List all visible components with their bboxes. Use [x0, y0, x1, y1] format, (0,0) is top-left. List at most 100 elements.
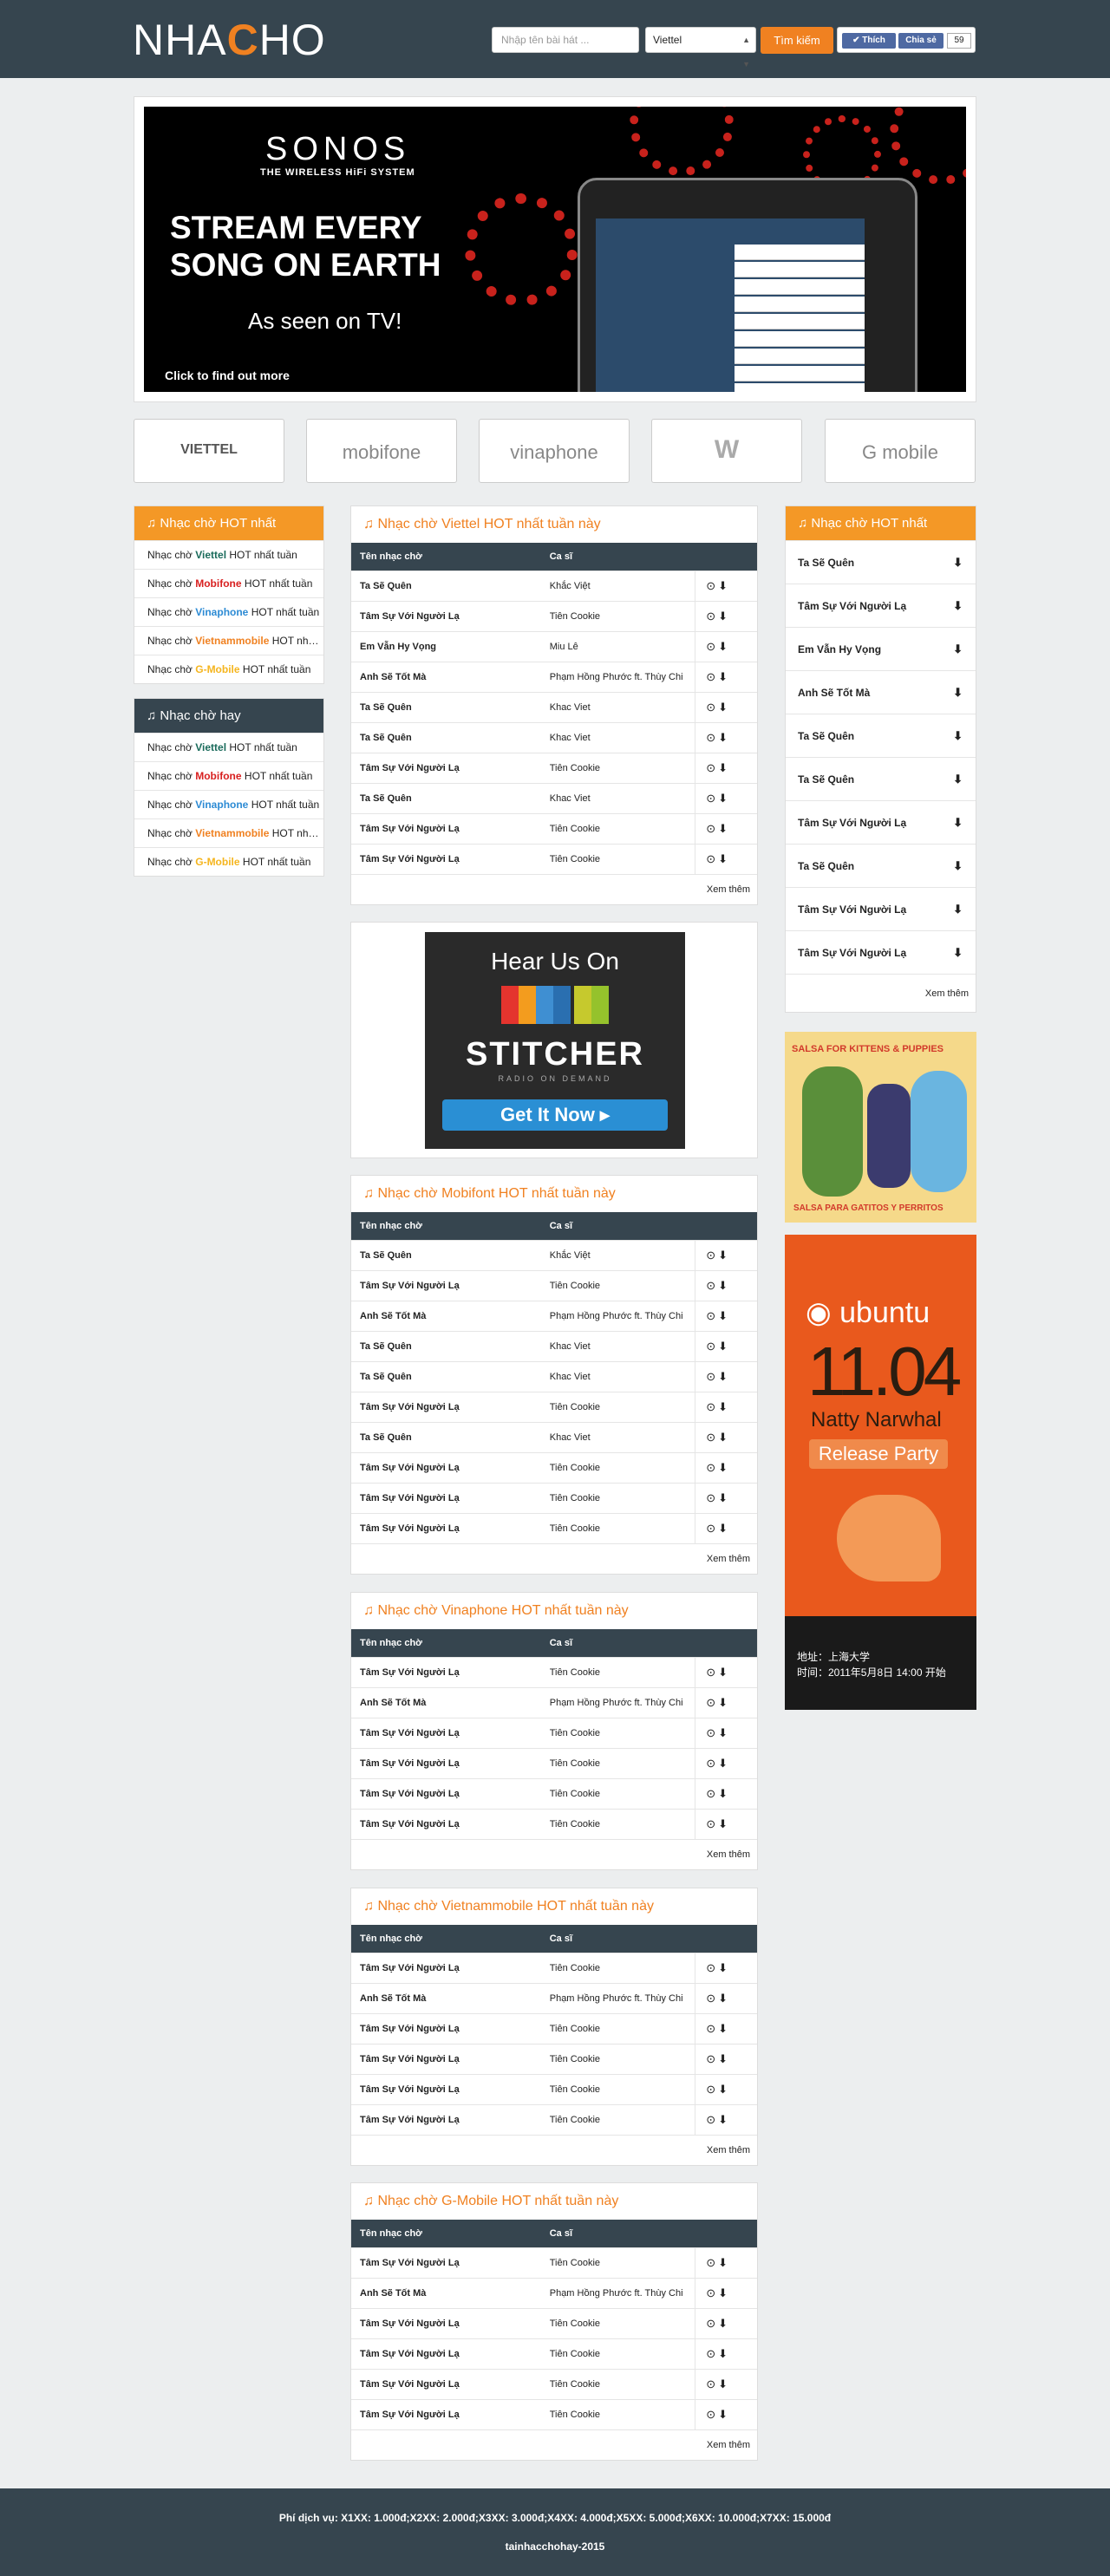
more-link[interactable]: Xem thêm — [351, 1543, 757, 1574]
sidebar-item[interactable]: Nhạc chờ Viettel HOT nhất tuần — [134, 733, 323, 761]
download-icon[interactable]: ⬇ — [718, 2377, 730, 2390]
download-icon[interactable]: ⬇ — [718, 1431, 730, 1444]
table-row[interactable]: Ta Sẽ Quên Khắc Việt ⊙⬇ — [351, 570, 757, 601]
download-icon[interactable]: ⬇ — [718, 2022, 730, 2035]
play-icon[interactable]: ⊙ — [706, 610, 718, 623]
table-row[interactable]: Tâm Sự Với Người Lạ Tiên Cookie ⊙⬇ — [351, 812, 757, 844]
play-icon[interactable]: ⊙ — [706, 1340, 718, 1353]
search-input[interactable]: Nhập tên bài hát ... — [492, 27, 639, 53]
play-icon[interactable]: ⊙ — [706, 1757, 718, 1770]
play-icon[interactable]: ⊙ — [706, 2408, 718, 2421]
download-icon[interactable]: ⬇ — [718, 2347, 730, 2360]
right-list-item[interactable]: Ta Sẽ Quên ⬇ — [786, 844, 976, 887]
table-row[interactable]: Tâm Sự Với Người Lạ Tiên Cookie ⊙⬇ — [351, 752, 757, 783]
stitcher-ad[interactable]: Hear Us On STITCHER RADIO ON DEMAND Get … — [350, 922, 758, 1158]
play-icon[interactable]: ⊙ — [706, 2113, 718, 2126]
download-icon[interactable]: ⬇ — [953, 671, 963, 714]
play-icon[interactable]: ⊙ — [706, 1431, 718, 1444]
download-icon[interactable]: ⬇ — [718, 731, 730, 744]
download-icon[interactable]: ⬇ — [718, 2083, 730, 2096]
table-row[interactable]: Ta Sẽ Quên Khac Viet ⊙⬇ — [351, 1421, 757, 1452]
download-icon[interactable]: ⬇ — [953, 931, 963, 975]
play-icon[interactable]: ⊙ — [706, 1400, 718, 1413]
table-row[interactable]: Tâm Sự Với Người Lạ Tiên Cookie ⊙⬇ — [351, 1656, 757, 1687]
play-icon[interactable]: ⊙ — [706, 2256, 718, 2269]
right-list-item[interactable]: Anh Sẽ Tốt Mà ⬇ — [786, 670, 976, 714]
play-icon[interactable]: ⊙ — [706, 731, 718, 744]
sidebar-item[interactable]: Nhạc chờ G-Mobile HOT nhất tuần — [134, 655, 323, 683]
play-icon[interactable]: ⊙ — [706, 761, 718, 774]
carrier-logo-vietnamobile[interactable]: W — [651, 419, 802, 483]
sidebar-item[interactable]: Nhạc chờ Viettel HOT nhất tuần — [134, 540, 323, 569]
sidebar-item[interactable]: Nhạc chờ Vietnammobile HOT nhất tuần — [134, 626, 323, 655]
play-icon[interactable]: ⊙ — [706, 1817, 718, 1830]
download-icon[interactable]: ⬇ — [718, 1787, 730, 1800]
table-row[interactable]: Tâm Sự Với Người Lạ Tiên Cookie ⊙⬇ — [351, 1717, 757, 1748]
table-row[interactable]: Ta Sẽ Quên Khac Viet ⊙⬇ — [351, 691, 757, 722]
table-row[interactable]: Tâm Sự Với Người Lạ Tiên Cookie ⊙⬇ — [351, 1777, 757, 1809]
play-icon[interactable]: ⊙ — [706, 1461, 718, 1474]
download-icon[interactable]: ⬇ — [953, 801, 963, 845]
download-icon[interactable]: ⬇ — [718, 2286, 730, 2299]
banner-cta[interactable]: Click to find out more — [165, 368, 290, 382]
table-row[interactable]: Tâm Sự Với Người Lạ Tiên Cookie ⊙⬇ — [351, 2307, 757, 2338]
table-row[interactable]: Tâm Sự Với Người Lạ Tiên Cookie ⊙⬇ — [351, 1482, 757, 1513]
table-row[interactable]: Tâm Sự Với Người Lạ Tiên Cookie ⊙⬇ — [351, 2043, 757, 2074]
sidebar-item[interactable]: Nhạc chờ Vinaphone HOT nhất tuần — [134, 597, 323, 626]
right-list-item[interactable]: Ta Sẽ Quên ⬇ — [786, 540, 976, 584]
download-icon[interactable]: ⬇ — [953, 584, 963, 628]
facebook-like-button[interactable]: ✔ Thích — [842, 33, 896, 49]
more-link[interactable]: Xem thêm — [351, 874, 757, 904]
download-icon[interactable]: ⬇ — [953, 714, 963, 758]
play-icon[interactable]: ⊙ — [706, 2347, 718, 2360]
table-row[interactable]: Tâm Sự Với Người Lạ Tiên Cookie ⊙⬇ — [351, 2368, 757, 2399]
carrier-logo-viettel[interactable]: VIETTEL — [134, 419, 284, 483]
table-row[interactable]: Ta Sẽ Quên Khac Viet ⊙⬇ — [351, 1360, 757, 1392]
play-icon[interactable]: ⊙ — [706, 1787, 718, 1800]
play-icon[interactable]: ⊙ — [706, 1726, 718, 1739]
download-icon[interactable]: ⬇ — [953, 758, 963, 801]
sidebar-item[interactable]: Nhạc chờ Mobifone HOT nhất tuần — [134, 761, 323, 790]
table-row[interactable]: Tâm Sự Với Người Lạ Tiên Cookie ⊙⬇ — [351, 2073, 757, 2104]
right-list-item[interactable]: Tâm Sự Với Người Lạ ⬇ — [786, 887, 976, 930]
table-row[interactable]: Tâm Sự Với Người Lạ Tiên Cookie ⊙⬇ — [351, 1451, 757, 1483]
play-icon[interactable]: ⊙ — [706, 2317, 718, 2330]
carrier-logo-vinaphone[interactable]: vinaphone — [479, 419, 630, 483]
play-icon[interactable]: ⊙ — [706, 792, 718, 805]
more-link[interactable]: Xem thêm — [351, 1839, 757, 1869]
download-icon[interactable]: ⬇ — [718, 1340, 730, 1353]
table-row[interactable]: Tâm Sự Với Người Lạ Tiên Cookie ⊙⬇ — [351, 1952, 757, 1983]
more-link[interactable]: Xem thêm — [351, 2135, 757, 2165]
play-icon[interactable]: ⊙ — [706, 822, 718, 835]
table-row[interactable]: Tâm Sự Với Người Lạ Tiên Cookie ⊙⬇ — [351, 600, 757, 631]
play-icon[interactable]: ⊙ — [706, 579, 718, 592]
table-row[interactable]: Ta Sẽ Quên Khắc Việt ⊙⬇ — [351, 1239, 757, 1270]
download-icon[interactable]: ⬇ — [718, 2408, 730, 2421]
download-icon[interactable]: ⬇ — [718, 2256, 730, 2269]
download-icon[interactable]: ⬇ — [718, 1522, 730, 1535]
download-icon[interactable]: ⬇ — [718, 1249, 730, 1262]
download-icon[interactable]: ⬇ — [718, 822, 730, 835]
download-icon[interactable]: ⬇ — [718, 761, 730, 774]
download-icon[interactable]: ⬇ — [953, 845, 963, 888]
sidebar-item[interactable]: Nhạc chờ Vinaphone HOT nhất tuần — [134, 790, 323, 818]
right-list-item[interactable]: Ta Sẽ Quên ⬇ — [786, 714, 976, 757]
download-icon[interactable]: ⬇ — [718, 1461, 730, 1474]
download-icon[interactable]: ⬇ — [718, 1370, 730, 1383]
site-logo[interactable]: NHACHO — [133, 16, 326, 64]
play-icon[interactable]: ⊙ — [706, 701, 718, 714]
table-row[interactable]: Anh Sẽ Tốt Mà Phạm Hồng Phước ft. Thùy Ch… — [351, 1300, 757, 1331]
table-row[interactable]: Ta Sẽ Quên Khac Viet ⊙⬇ — [351, 1330, 757, 1361]
table-row[interactable]: Tâm Sự Với Người Lạ Tiên Cookie ⊙⬇ — [351, 1269, 757, 1301]
play-icon[interactable]: ⊙ — [706, 1696, 718, 1709]
right-list-item[interactable]: Tâm Sự Với Người Lạ ⬇ — [786, 584, 976, 627]
right-list-item[interactable]: Tâm Sự Với Người Lạ ⬇ — [786, 800, 976, 844]
play-icon[interactable]: ⊙ — [706, 2377, 718, 2390]
download-icon[interactable]: ⬇ — [718, 2113, 730, 2126]
download-icon[interactable]: ⬇ — [718, 579, 730, 592]
table-row[interactable]: Ta Sẽ Quên Khac Viet ⊙⬇ — [351, 782, 757, 813]
download-icon[interactable]: ⬇ — [718, 1726, 730, 1739]
ubuntu-ad[interactable]: ◉ ubuntu 11.04 Natty Narwhal Release Par… — [785, 1235, 976, 1710]
table-row[interactable]: Tâm Sự Với Người Lạ Tiên Cookie ⊙⬇ — [351, 2103, 757, 2135]
play-icon[interactable]: ⊙ — [706, 1309, 718, 1322]
